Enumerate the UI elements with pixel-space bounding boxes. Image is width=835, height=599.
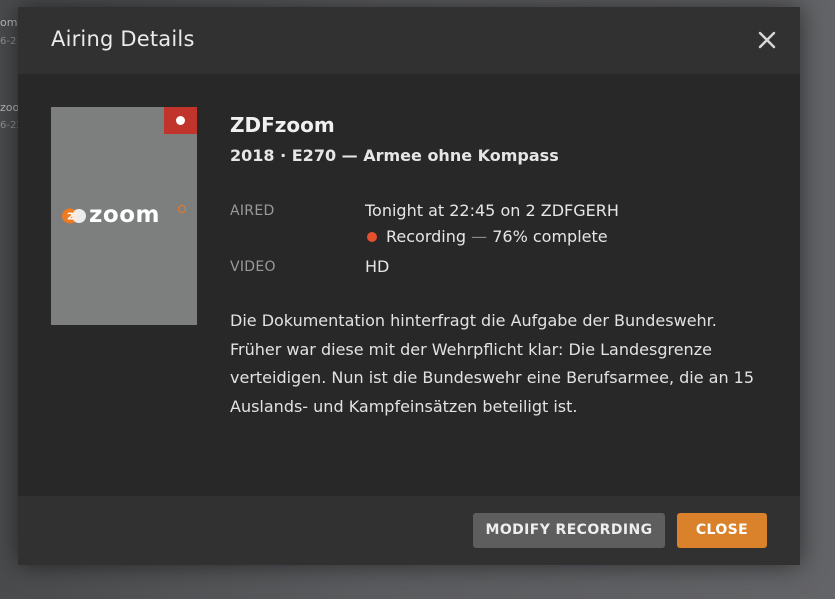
show-poster: 2 zoom [51, 107, 197, 325]
episode-description: Die Dokumentation hinterfragt die Aufgab… [230, 311, 755, 416]
video-label: VIDEO [230, 259, 276, 275]
close-icon[interactable] [756, 29, 778, 51]
zdf-logo-mark-icon: 2 [62, 208, 86, 224]
modal-header: Airing Details [18, 7, 800, 74]
background-list-item-subtitle: 6-21 [0, 36, 18, 47]
background-list-item-subtitle: 6-23 [0, 120, 18, 131]
modal-footer: MODIFY RECORDING CLOSE [18, 496, 800, 565]
close-button[interactable]: CLOSE [677, 513, 767, 548]
recording-separator: — [471, 227, 488, 246]
background-list-item-title: zoom [0, 101, 18, 114]
registered-mark-icon [178, 205, 186, 213]
video-value: HD [365, 257, 390, 276]
zdf-zoom-logo: 2 zoom [62, 202, 186, 232]
modify-recording-button[interactable]: MODIFY RECORDING [473, 513, 665, 548]
recording-progress: 76% complete [492, 227, 608, 246]
modal-title: Airing Details [51, 27, 195, 51]
airing-details-modal: Airing Details 2 zoom ZDFzoom 2018 · E27… [18, 7, 800, 565]
show-title: ZDFzoom [230, 113, 335, 137]
recording-status: Recording — 76% complete [386, 227, 608, 246]
logo-text: zoom [89, 202, 160, 228]
recording-indicator-icon [367, 232, 377, 242]
logo-mark-text: 2 [67, 212, 74, 223]
background-list-item-title: om [0, 16, 18, 29]
recording-status-label: Recording [386, 227, 467, 246]
episode-line: 2018 · E270 — Armee ohne Kompass [230, 146, 559, 165]
aired-label: AIRED [230, 203, 275, 219]
aired-value: Tonight at 22:45 on 2 ZDFGERH [365, 201, 619, 220]
record-badge [164, 107, 197, 134]
record-icon [176, 116, 185, 125]
